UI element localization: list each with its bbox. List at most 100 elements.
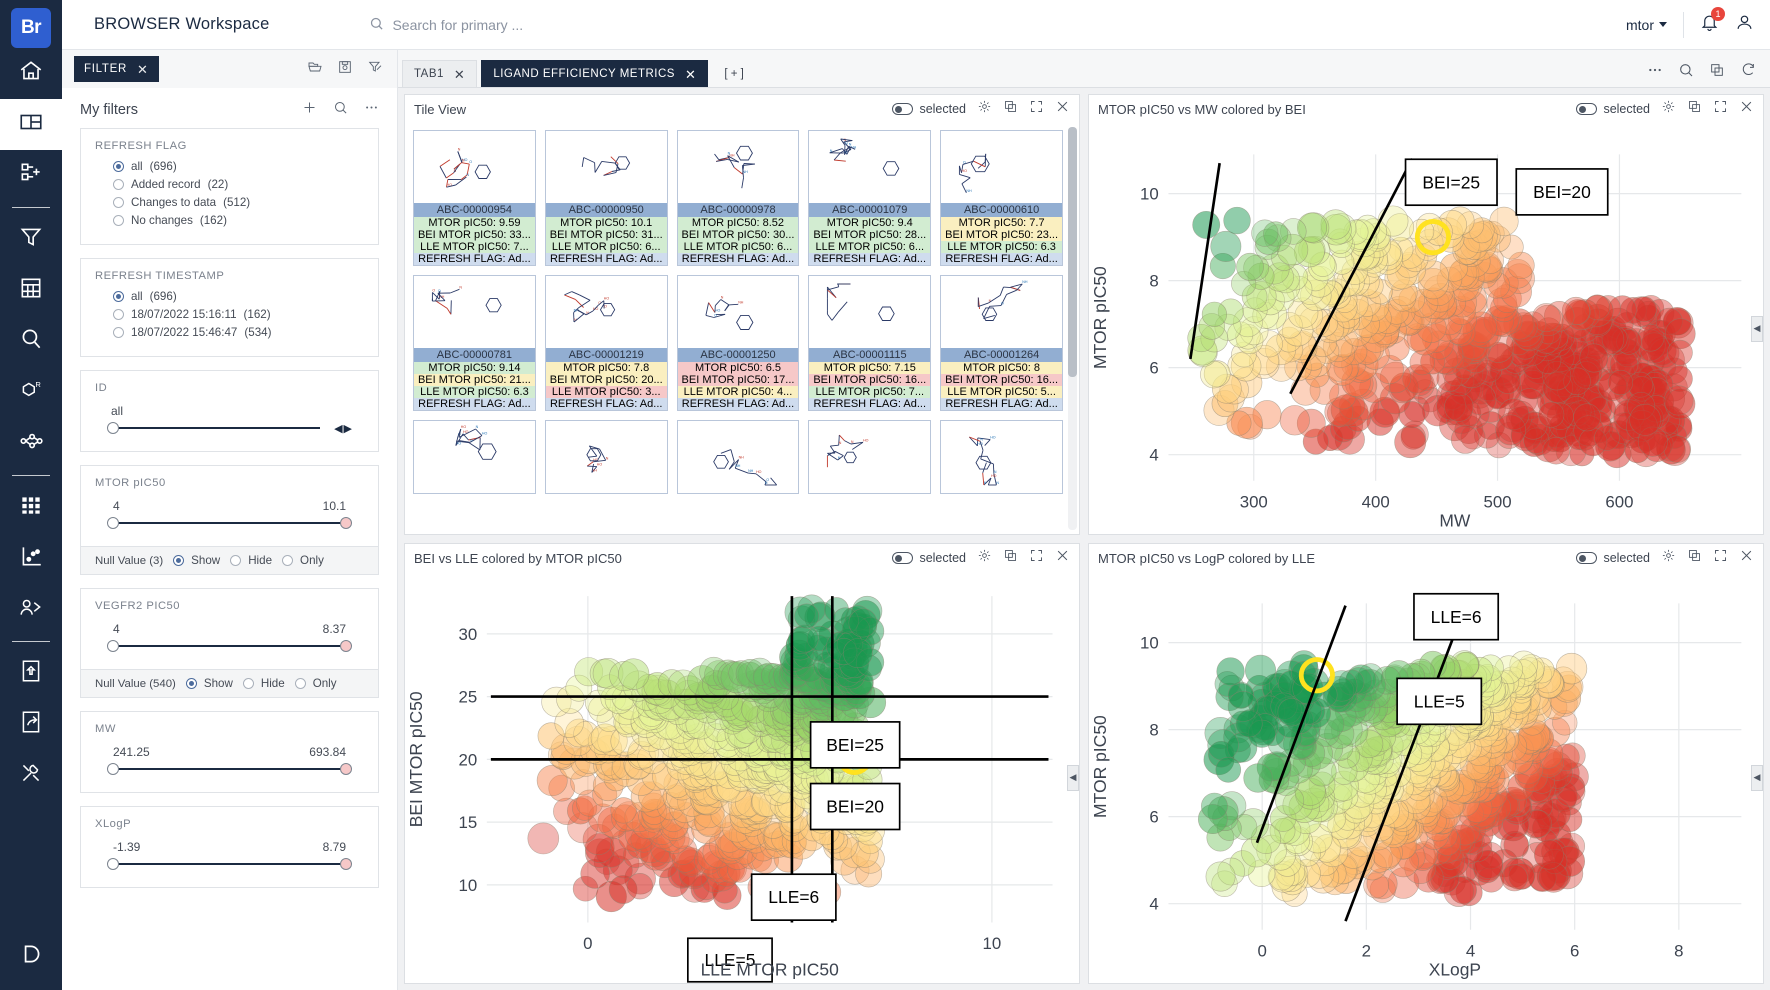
close-icon[interactable] [1739, 99, 1754, 119]
slider-stepper[interactable]: ◀ ▶ [334, 422, 352, 435]
expand-icon[interactable] [1029, 548, 1044, 568]
close-icon[interactable]: ✕ [685, 68, 696, 81]
panel-collapse-handle[interactable]: ◀ [1751, 315, 1763, 342]
filter-tab[interactable]: FILTER ✕ [74, 56, 159, 82]
sidebar-item-home[interactable] [0, 48, 62, 99]
tab-tab1[interactable]: TAB1 ✕ [402, 60, 478, 87]
sidebar-item-scatter[interactable] [0, 533, 62, 584]
radio-option[interactable]: No changes (162) [113, 214, 364, 227]
slider-knob-left[interactable] [107, 422, 119, 434]
tile-card[interactable]: NHOONABC-00000781MTOR pIC50: 9.14BEI MTO… [413, 275, 536, 411]
slider-knob-left[interactable] [107, 517, 119, 529]
slider-knob-left[interactable] [107, 858, 119, 870]
slider-knob-left[interactable] [107, 640, 119, 652]
close-icon[interactable] [1055, 99, 1070, 119]
null-option-hide[interactable]: Hide [242, 677, 285, 690]
tile-card[interactable]: ABC-00001115 MTOR pIC50: 7.15 BEI MTOR pIC… [808, 275, 932, 411]
sidebar-item-export[interactable] [0, 699, 62, 750]
panel-collapse-handle[interactable]: ◀ [1067, 764, 1079, 791]
sidebar-item-search[interactable] [0, 316, 62, 367]
sidebar-item-filter[interactable] [0, 214, 62, 265]
null-option-hide[interactable]: Hide [230, 554, 272, 567]
id-slider[interactable] [107, 421, 326, 435]
app-logo[interactable]: Br [11, 8, 51, 48]
radio-option[interactable]: all (696) [113, 160, 364, 173]
gear-icon[interactable] [977, 99, 992, 119]
expand-icon[interactable] [1713, 548, 1728, 568]
tile-view-body[interactable]: NHONNOHONABC-00000954MTOR pIC50: 9.59BEI… [405, 123, 1079, 534]
xlogp-slider[interactable] [107, 857, 352, 871]
selected-toggle[interactable]: selected [892, 102, 966, 116]
copy-icon[interactable] [1003, 548, 1018, 568]
null-option-show[interactable]: Show [173, 554, 220, 567]
scatter-plot-mw[interactable]: 4 6 8 10 300 400 500 600 BEI=25 BEI=20 MW MTOR pIC5… [1089, 123, 1763, 534]
gear-icon[interactable] [977, 548, 992, 568]
mw-slider[interactable] [107, 762, 352, 776]
tile-card[interactable]: HO HO N N N HO N [940, 420, 1063, 494]
close-icon[interactable]: ✕ [137, 63, 149, 76]
null-option-show[interactable]: Show [185, 677, 233, 690]
plus-icon[interactable] [302, 100, 317, 120]
slider-knob-right[interactable] [340, 640, 352, 652]
scatter-plot-bei-lle[interactable]: 10 15 20 25 30 0 10 BEI=25 BEI=20 LLE=6 LLE=5 LLE M… [405, 572, 1079, 983]
sidebar-item-network[interactable] [0, 418, 62, 469]
slider-knob-right[interactable] [340, 763, 352, 775]
expand-icon[interactable] [1029, 99, 1044, 119]
gear-icon[interactable] [1661, 548, 1676, 568]
folder-open-icon[interactable] [307, 59, 323, 80]
scatter-mw-body[interactable]: 4 6 8 10 300 400 500 600 BEI=25 BEI=20 MW MTOR pIC5… [1089, 123, 1763, 534]
radio-option[interactable]: all (696) [113, 290, 364, 303]
radio-option[interactable]: Changes to data (512) [113, 196, 364, 209]
global-search[interactable]: Search for primary ... [369, 16, 523, 34]
close-icon[interactable] [1055, 548, 1070, 568]
sidebar-item-rgroup[interactable]: R [0, 367, 62, 418]
tile-card[interactable]: HOHOOHONHON [413, 420, 536, 494]
radio-option[interactable]: 18/07/2022 15:46:47 (534) [113, 326, 364, 339]
zoom-icon[interactable] [1678, 62, 1694, 83]
notifications-button[interactable]: 1 [1700, 6, 1725, 37]
slider-knob-right[interactable] [340, 517, 352, 529]
tile-card[interactable]: NH NH NH HO O N [676, 420, 800, 494]
gear-icon[interactable] [1661, 99, 1676, 119]
sidebar-item-table[interactable] [0, 265, 62, 316]
refresh-icon[interactable] [1740, 62, 1756, 83]
sidebar-item-grid[interactable] [0, 482, 62, 533]
vertical-scrollbar[interactable] [1068, 127, 1077, 530]
chevron-right-icon[interactable]: ▶ [344, 422, 352, 435]
more-icon[interactable] [1647, 62, 1663, 83]
more-icon[interactable] [364, 100, 379, 120]
tile-card[interactable]: N NH O ABC-00001264 MTOR pIC50: 8 BEI MTOR pI… [940, 275, 1063, 411]
chevron-left-icon[interactable]: ◀ [334, 422, 342, 435]
sidebar-item-team[interactable] [0, 584, 62, 635]
tile-card[interactable]: O HO N NH ABC-00001250 MTOR pIC50: 6.5 BEI MTO… [676, 275, 800, 411]
filters-list[interactable]: REFRESH FLAG all (696) Added record (22) [62, 128, 397, 990]
selected-toggle[interactable]: selected [1576, 551, 1650, 565]
scatter-bei-lle-body[interactable]: 10 15 20 25 30 0 10 BEI=25 BEI=20 LLE=6 LLE=5 LLE M… [405, 572, 1079, 983]
sidebar-item-workspace[interactable] [0, 99, 62, 150]
clear-filter-icon[interactable] [367, 59, 383, 80]
tile-card[interactable]: NNHNNONABC-00001079MTOR pIC50: 9.4BEI MT… [808, 130, 932, 266]
radio-option[interactable]: 18/07/2022 15:16:11 (162) [113, 308, 364, 321]
null-option-only[interactable]: Only [282, 554, 324, 567]
slider-knob-left[interactable] [107, 763, 119, 775]
mtor-pic50-slider[interactable] [107, 516, 352, 530]
vegfr2-pic50-slider[interactable] [107, 639, 352, 653]
sidebar-item-add[interactable] [0, 150, 62, 201]
tile-card[interactable]: N HO HO NH [544, 420, 668, 494]
user-menu[interactable]: mtor [1626, 17, 1667, 33]
copy-icon[interactable] [1709, 62, 1725, 83]
panel-collapse-handle[interactable]: ◀ [1751, 764, 1763, 791]
tile-card[interactable]: NH N NH ABC-00000978 MTOR pIC50: 8.52 BEI MTO… [676, 130, 800, 266]
slider-knob-right[interactable] [340, 858, 352, 870]
save-icon[interactable] [337, 59, 353, 80]
copy-icon[interactable] [1687, 99, 1702, 119]
tile-card[interactable]: NH N N HO O HO O ABC-00001219 MTOR pIC50: 7.8 BEI… [544, 275, 668, 411]
tile-card[interactable]: HO N N N [808, 420, 932, 494]
add-tab-button[interactable]: [ + ] [714, 60, 754, 87]
selected-toggle[interactable]: selected [892, 551, 966, 565]
tile-card[interactable]: ABC-00000950 MTOR pIC50: 10.1 BEI MTOR pIC… [544, 130, 668, 266]
sidebar-item-upload[interactable] [0, 648, 62, 699]
scatter-plot-logp[interactable]: 4 6 8 10 0 2 4 6 8 LLE=6 LLE=5 XLogP MTOR pIC50 [1089, 572, 1763, 983]
scatter-logp-body[interactable]: 4 6 8 10 0 2 4 6 8 LLE=6 LLE=5 XLogP MTOR pIC50 ◀ [1089, 572, 1763, 983]
copy-icon[interactable] [1687, 548, 1702, 568]
